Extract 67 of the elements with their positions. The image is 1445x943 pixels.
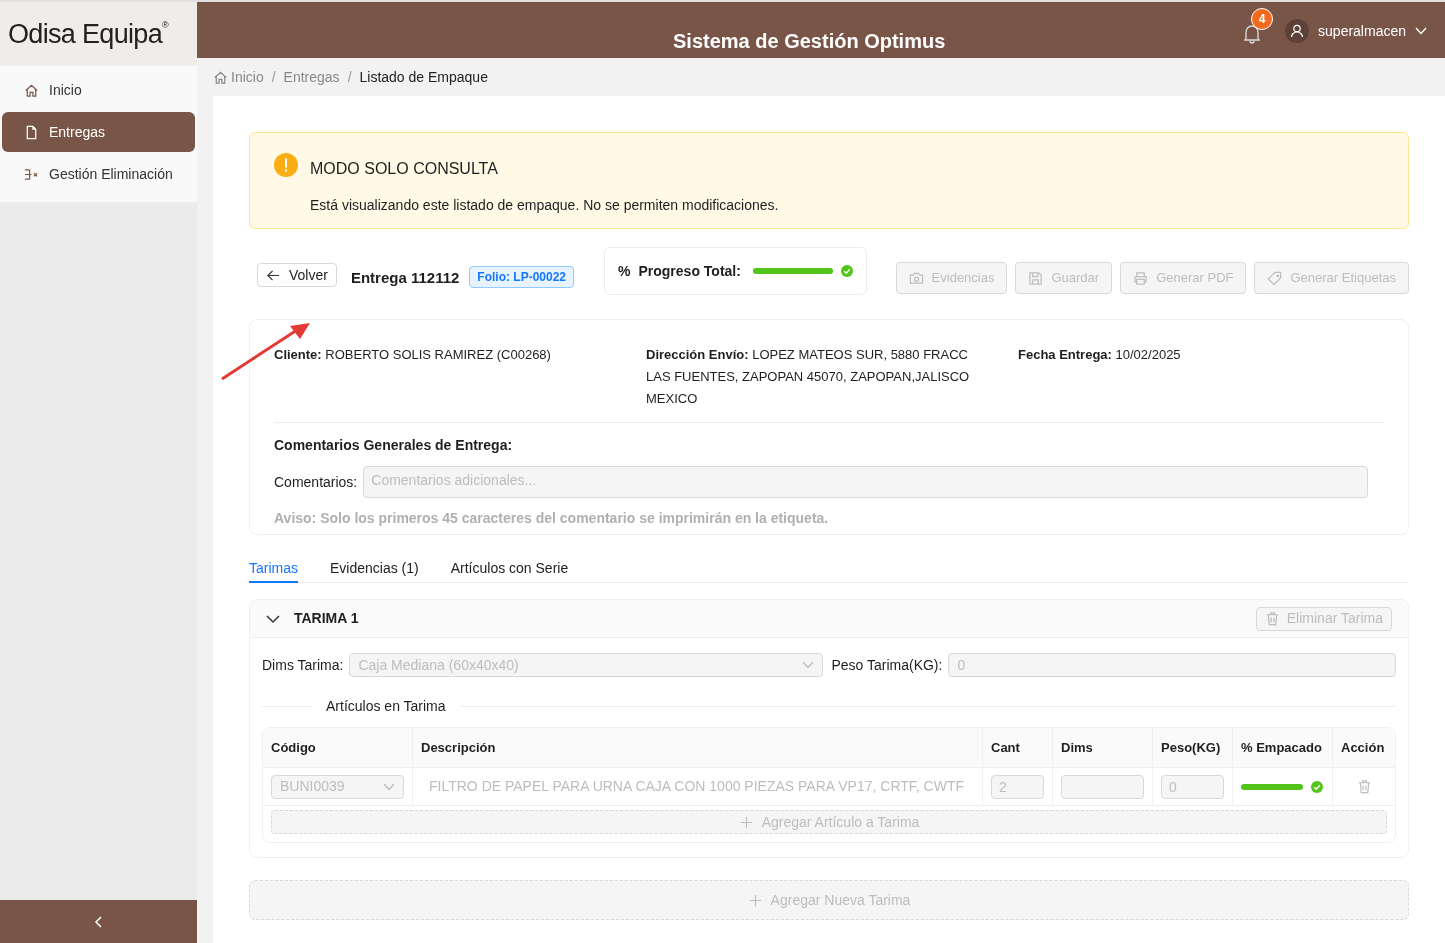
file-icon: [24, 124, 39, 140]
section-title: Artículos en Tarima: [325, 697, 447, 716]
column-header: % Empacado: [1241, 738, 1322, 757]
code-select[interactable]: BUNI0039: [271, 774, 404, 799]
warning-icon: [274, 153, 298, 177]
app-title: Sistema de Gestión Optimus: [673, 29, 946, 54]
detail-text: Cliente: ROBERTO SOLIS RAMIREZ (C00268): [274, 346, 552, 364]
plus-icon: [738, 814, 754, 830]
user-menu[interactable]: superalmacen: [1285, 19, 1427, 43]
list-remove-icon: [24, 166, 39, 182]
tab[interactable]: Artículos con Serie: [450, 555, 569, 583]
breadcrumb-separator: /: [271, 67, 276, 87]
delete-pallet-button[interactable]: Eliminar Tarima: [1255, 606, 1392, 631]
field-label: Peso Tarima(KG):: [831, 655, 943, 675]
breadcrumb-separator: /: [347, 67, 352, 87]
chevron-down-icon: [1415, 27, 1427, 35]
back-button[interactable]: Volver: [257, 263, 337, 287]
tab[interactable]: Tarimas: [249, 555, 298, 583]
field-label: Comentarios:: [274, 472, 358, 492]
notification-badge: 4: [1251, 8, 1274, 30]
tab[interactable]: Evidencias (1): [330, 555, 419, 583]
folio-tag: Folio: LP-00022: [469, 266, 575, 288]
add-item-button[interactable]: Agregar Artículo a Tarima: [271, 810, 1387, 834]
trash-icon: [1264, 611, 1280, 626]
breadcrumb-link[interactable]: Entregas: [283, 66, 340, 88]
table-cell-text: FILTRO DE PAPEL PARA URNA CAJA CON 1000 PIEZAS PARA VP17, CRTF, CWTF: [429, 777, 964, 796]
detail-text: Fecha Entrega: 10/02/2025: [1018, 346, 1182, 364]
delivery-title: Entrega 112112: [350, 268, 460, 288]
alert-message: Está visualizando este listado de empaque. No se permiten modificaciones.: [310, 196, 779, 215]
sidebar-item[interactable]: Inicio: [2, 70, 195, 110]
avatar-icon: [1285, 19, 1310, 43]
chevron-down-icon: [383, 782, 395, 791]
home-icon: [213, 69, 228, 85]
delete-button[interactable]: [1356, 779, 1372, 794]
field-label: Dims Tarima:: [262, 655, 344, 675]
tag-icon: [1267, 270, 1283, 286]
sidebar-item[interactable]: Entregas: [2, 112, 195, 152]
logo: Odisa Equipa$^{®}$: [8, 17, 168, 51]
column-header: Peso(KG): [1161, 738, 1221, 757]
notice-text: Aviso: Solo los primeros 45 caracteres del comentario se imprimirán en la etiqueta.: [274, 509, 830, 528]
chevron-down-icon: [802, 661, 815, 669]
percent-icon: %: [618, 260, 631, 282]
pallet-title: TARIMA 1: [294, 609, 359, 628]
bell-icon[interactable]: [1243, 24, 1262, 44]
pallet-header[interactable]: TARIMA 1 Eliminar Tarima: [250, 600, 1408, 638]
chevron-left-icon: [93, 914, 104, 929]
alert-title: MODO SOLO CONSULTA: [310, 159, 499, 179]
section-title: Comentarios Generales de Entrega:: [274, 436, 514, 455]
printer-icon: [1133, 270, 1149, 286]
save-icon: [1028, 270, 1044, 286]
breadcrumb-link[interactable]: Inicio: [213, 66, 264, 88]
plus-icon: [747, 892, 763, 908]
collapse-button[interactable]: [0, 900, 197, 943]
column-header: Código: [271, 738, 316, 757]
column-header: Cant: [991, 738, 1020, 757]
column-header: Descripción: [421, 738, 496, 757]
column-header: Dims: [1061, 738, 1093, 757]
sidebar-item[interactable]: Gestión Eliminación: [2, 154, 195, 194]
camera-icon: [908, 270, 924, 286]
column-header: Acción: [1341, 738, 1385, 757]
trash-icon: [1356, 779, 1372, 794]
progress-label: Progreso Total:: [638, 261, 741, 281]
add-pallet-button[interactable]: Agregar Nueva Tarima: [249, 880, 1409, 920]
home-icon: [24, 82, 39, 98]
detail-text: Dirección Envío: LOPEZ MATEOS SUR, 5880 FRACC LAS FUENTES, ZAPOPAN 45070, ZAPOPAN,JALISCO MEXICO: [646, 346, 971, 408]
dims-select[interactable]: Caja Mediana (60x40x40): [349, 653, 824, 677]
breadcrumb-current: Listado de Empaque: [359, 67, 488, 87]
